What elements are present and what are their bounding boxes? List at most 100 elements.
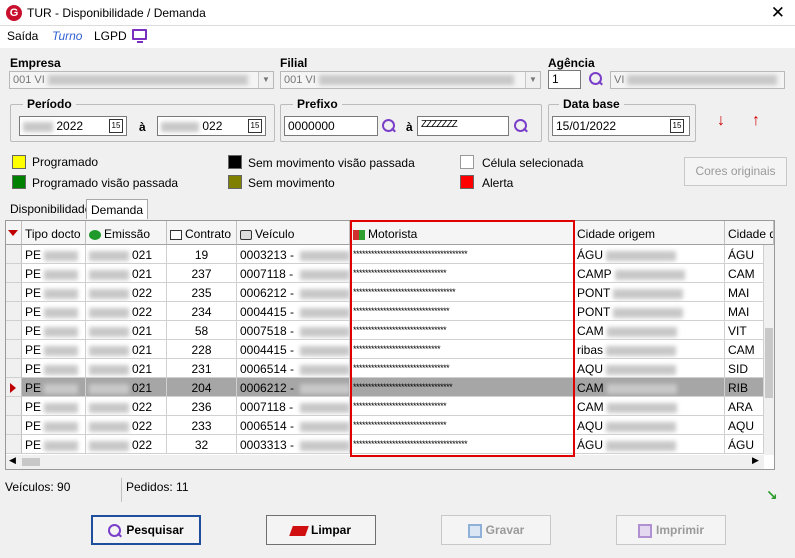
- table-row[interactable]: PE 022 32 0003313 - ***********************…: [6, 435, 774, 454]
- scroll-left-icon[interactable]: ◀: [9, 455, 16, 466]
- row-indicator[interactable]: [6, 321, 22, 340]
- menu-lgpd[interactable]: LGPD: [94, 29, 127, 43]
- table-row[interactable]: PE 021 231 0006514 - **********************…: [6, 359, 774, 378]
- cell-contrato[interactable]: 234: [167, 302, 237, 321]
- cell-contrato[interactable]: 236: [167, 397, 237, 416]
- cell-origem[interactable]: CAM: [574, 397, 725, 416]
- table-row[interactable]: PE 022 233 0006514 - **********************…: [6, 416, 774, 435]
- column-header-veiculo[interactable]: Veículo: [237, 221, 350, 245]
- demanda-grid[interactable]: Tipo docto Emissão Contrato Veículo Moto…: [5, 220, 775, 470]
- search-icon[interactable]: [514, 119, 528, 133]
- vertical-scrollbar[interactable]: [764, 245, 774, 455]
- row-indicator[interactable]: [6, 397, 22, 416]
- cell-origem[interactable]: ÁGU: [574, 435, 725, 454]
- chevron-down-icon[interactable]: ▼: [525, 72, 540, 88]
- menu-saida[interactable]: Saída: [7, 29, 38, 43]
- column-header-motorista[interactable]: Motorista: [350, 221, 574, 245]
- cell-contrato[interactable]: 235: [167, 283, 237, 302]
- resize-grip-icon[interactable]: ↘: [766, 487, 778, 504]
- filial-select[interactable]: 001 VI ▼: [280, 71, 541, 89]
- cores-originais-button[interactable]: Cores originais: [684, 157, 787, 186]
- table-row[interactable]: PE 022 236 0007118 - **********************…: [6, 397, 774, 416]
- cell-motorista[interactable]: *******************************: [350, 264, 574, 283]
- row-indicator[interactable]: [6, 264, 22, 283]
- cell-veiculo[interactable]: 0003313 -: [237, 435, 350, 454]
- cell-origem[interactable]: CAMP: [574, 264, 725, 283]
- cell-veiculo[interactable]: 0004415 -: [237, 340, 350, 359]
- menu-turno[interactable]: Turno: [52, 29, 82, 43]
- cell-veiculo[interactable]: 0006514 -: [237, 416, 350, 435]
- cell-destino[interactable]: ARA: [725, 397, 764, 416]
- table-row[interactable]: PE 021 237 0007118 - **********************…: [6, 264, 774, 283]
- cell-emissao[interactable]: 022: [86, 302, 167, 321]
- cell-destino[interactable]: RIB: [725, 378, 764, 397]
- cell-origem[interactable]: PONT: [574, 302, 725, 321]
- row-indicator[interactable]: [6, 378, 22, 397]
- cell-emissao[interactable]: 021: [86, 321, 167, 340]
- prefixo-from-input[interactable]: 0000000: [284, 116, 378, 136]
- cell-emissao[interactable]: 022: [86, 283, 167, 302]
- cell-origem[interactable]: ribas: [574, 340, 725, 359]
- cell-destino[interactable]: AQU: [725, 416, 764, 435]
- cell-motorista[interactable]: ********************************: [350, 302, 574, 321]
- gravar-button[interactable]: Gravar: [441, 515, 551, 545]
- search-icon[interactable]: [382, 119, 396, 133]
- cell-tipo[interactable]: PE: [22, 397, 86, 416]
- cell-emissao[interactable]: 021: [86, 340, 167, 359]
- chevron-down-icon[interactable]: ▼: [258, 72, 273, 88]
- cell-destino[interactable]: MAI: [725, 283, 764, 302]
- cell-destino[interactable]: ÁGU: [725, 245, 764, 264]
- close-button[interactable]: ✕: [771, 3, 785, 23]
- horizontal-scrollbar[interactable]: ◀ ▶: [6, 455, 764, 469]
- cell-destino[interactable]: MAI: [725, 302, 764, 321]
- cell-contrato[interactable]: 231: [167, 359, 237, 378]
- scroll-right-icon[interactable]: ▶: [752, 455, 759, 466]
- cell-emissao[interactable]: 021: [86, 359, 167, 378]
- monitor-icon[interactable]: [132, 29, 147, 43]
- prefixo-to-input[interactable]: ZZZZZZZ: [417, 116, 509, 136]
- table-row[interactable]: PE 021 204 0006212 - **********************…: [6, 378, 774, 397]
- cell-motorista[interactable]: **************************************: [350, 245, 574, 264]
- cell-contrato[interactable]: 233: [167, 416, 237, 435]
- cell-origem[interactable]: CAM: [574, 378, 725, 397]
- cell-veiculo[interactable]: 0004415 -: [237, 302, 350, 321]
- cell-contrato[interactable]: 228: [167, 340, 237, 359]
- cell-destino[interactable]: ÁGU: [725, 435, 764, 454]
- pesquisar-button[interactable]: Pesquisar: [91, 515, 201, 545]
- cell-origem[interactable]: PONT: [574, 283, 725, 302]
- cell-veiculo[interactable]: 0006212 -: [237, 283, 350, 302]
- cell-emissao[interactable]: 022: [86, 397, 167, 416]
- cell-tipo[interactable]: PE: [22, 264, 86, 283]
- cell-veiculo[interactable]: 0006514 -: [237, 359, 350, 378]
- calendar-icon[interactable]: 15: [670, 119, 684, 133]
- calendar-icon[interactable]: 15: [109, 119, 123, 133]
- cell-motorista[interactable]: ********************************: [350, 359, 574, 378]
- cell-motorista[interactable]: *****************************: [350, 340, 574, 359]
- cell-contrato[interactable]: 204: [167, 378, 237, 397]
- cell-contrato[interactable]: 32: [167, 435, 237, 454]
- row-indicator[interactable]: [6, 416, 22, 435]
- cell-veiculo[interactable]: 0007118 -: [237, 397, 350, 416]
- cell-veiculo[interactable]: 0007118 -: [237, 264, 350, 283]
- cell-motorista[interactable]: **********************************: [350, 283, 574, 302]
- cell-emissao[interactable]: 021: [86, 264, 167, 283]
- cell-veiculo[interactable]: 0006212 -: [237, 378, 350, 397]
- cell-motorista[interactable]: *********************************: [350, 378, 574, 397]
- limpar-button[interactable]: Limpar: [266, 515, 376, 545]
- cell-emissao[interactable]: 021: [86, 245, 167, 264]
- cell-origem[interactable]: AQU: [574, 416, 725, 435]
- cell-tipo[interactable]: PE: [22, 283, 86, 302]
- column-header-contrato[interactable]: Contrato: [167, 221, 237, 245]
- table-row[interactable]: PE 022 234 0004415 - **********************…: [6, 302, 774, 321]
- sort-up-icon[interactable]: ↑: [752, 112, 760, 130]
- tab-demanda[interactable]: Demanda: [86, 199, 149, 219]
- row-indicator[interactable]: [6, 302, 22, 321]
- cell-destino[interactable]: VIT: [725, 321, 764, 340]
- scroll-thumb[interactable]: [765, 328, 773, 398]
- row-indicator[interactable]: [6, 340, 22, 359]
- row-indicator[interactable]: [6, 245, 22, 264]
- cell-motorista[interactable]: *******************************: [350, 397, 574, 416]
- calendar-icon[interactable]: 15: [248, 119, 262, 133]
- cell-motorista[interactable]: *******************************: [350, 416, 574, 435]
- row-indicator[interactable]: [6, 359, 22, 378]
